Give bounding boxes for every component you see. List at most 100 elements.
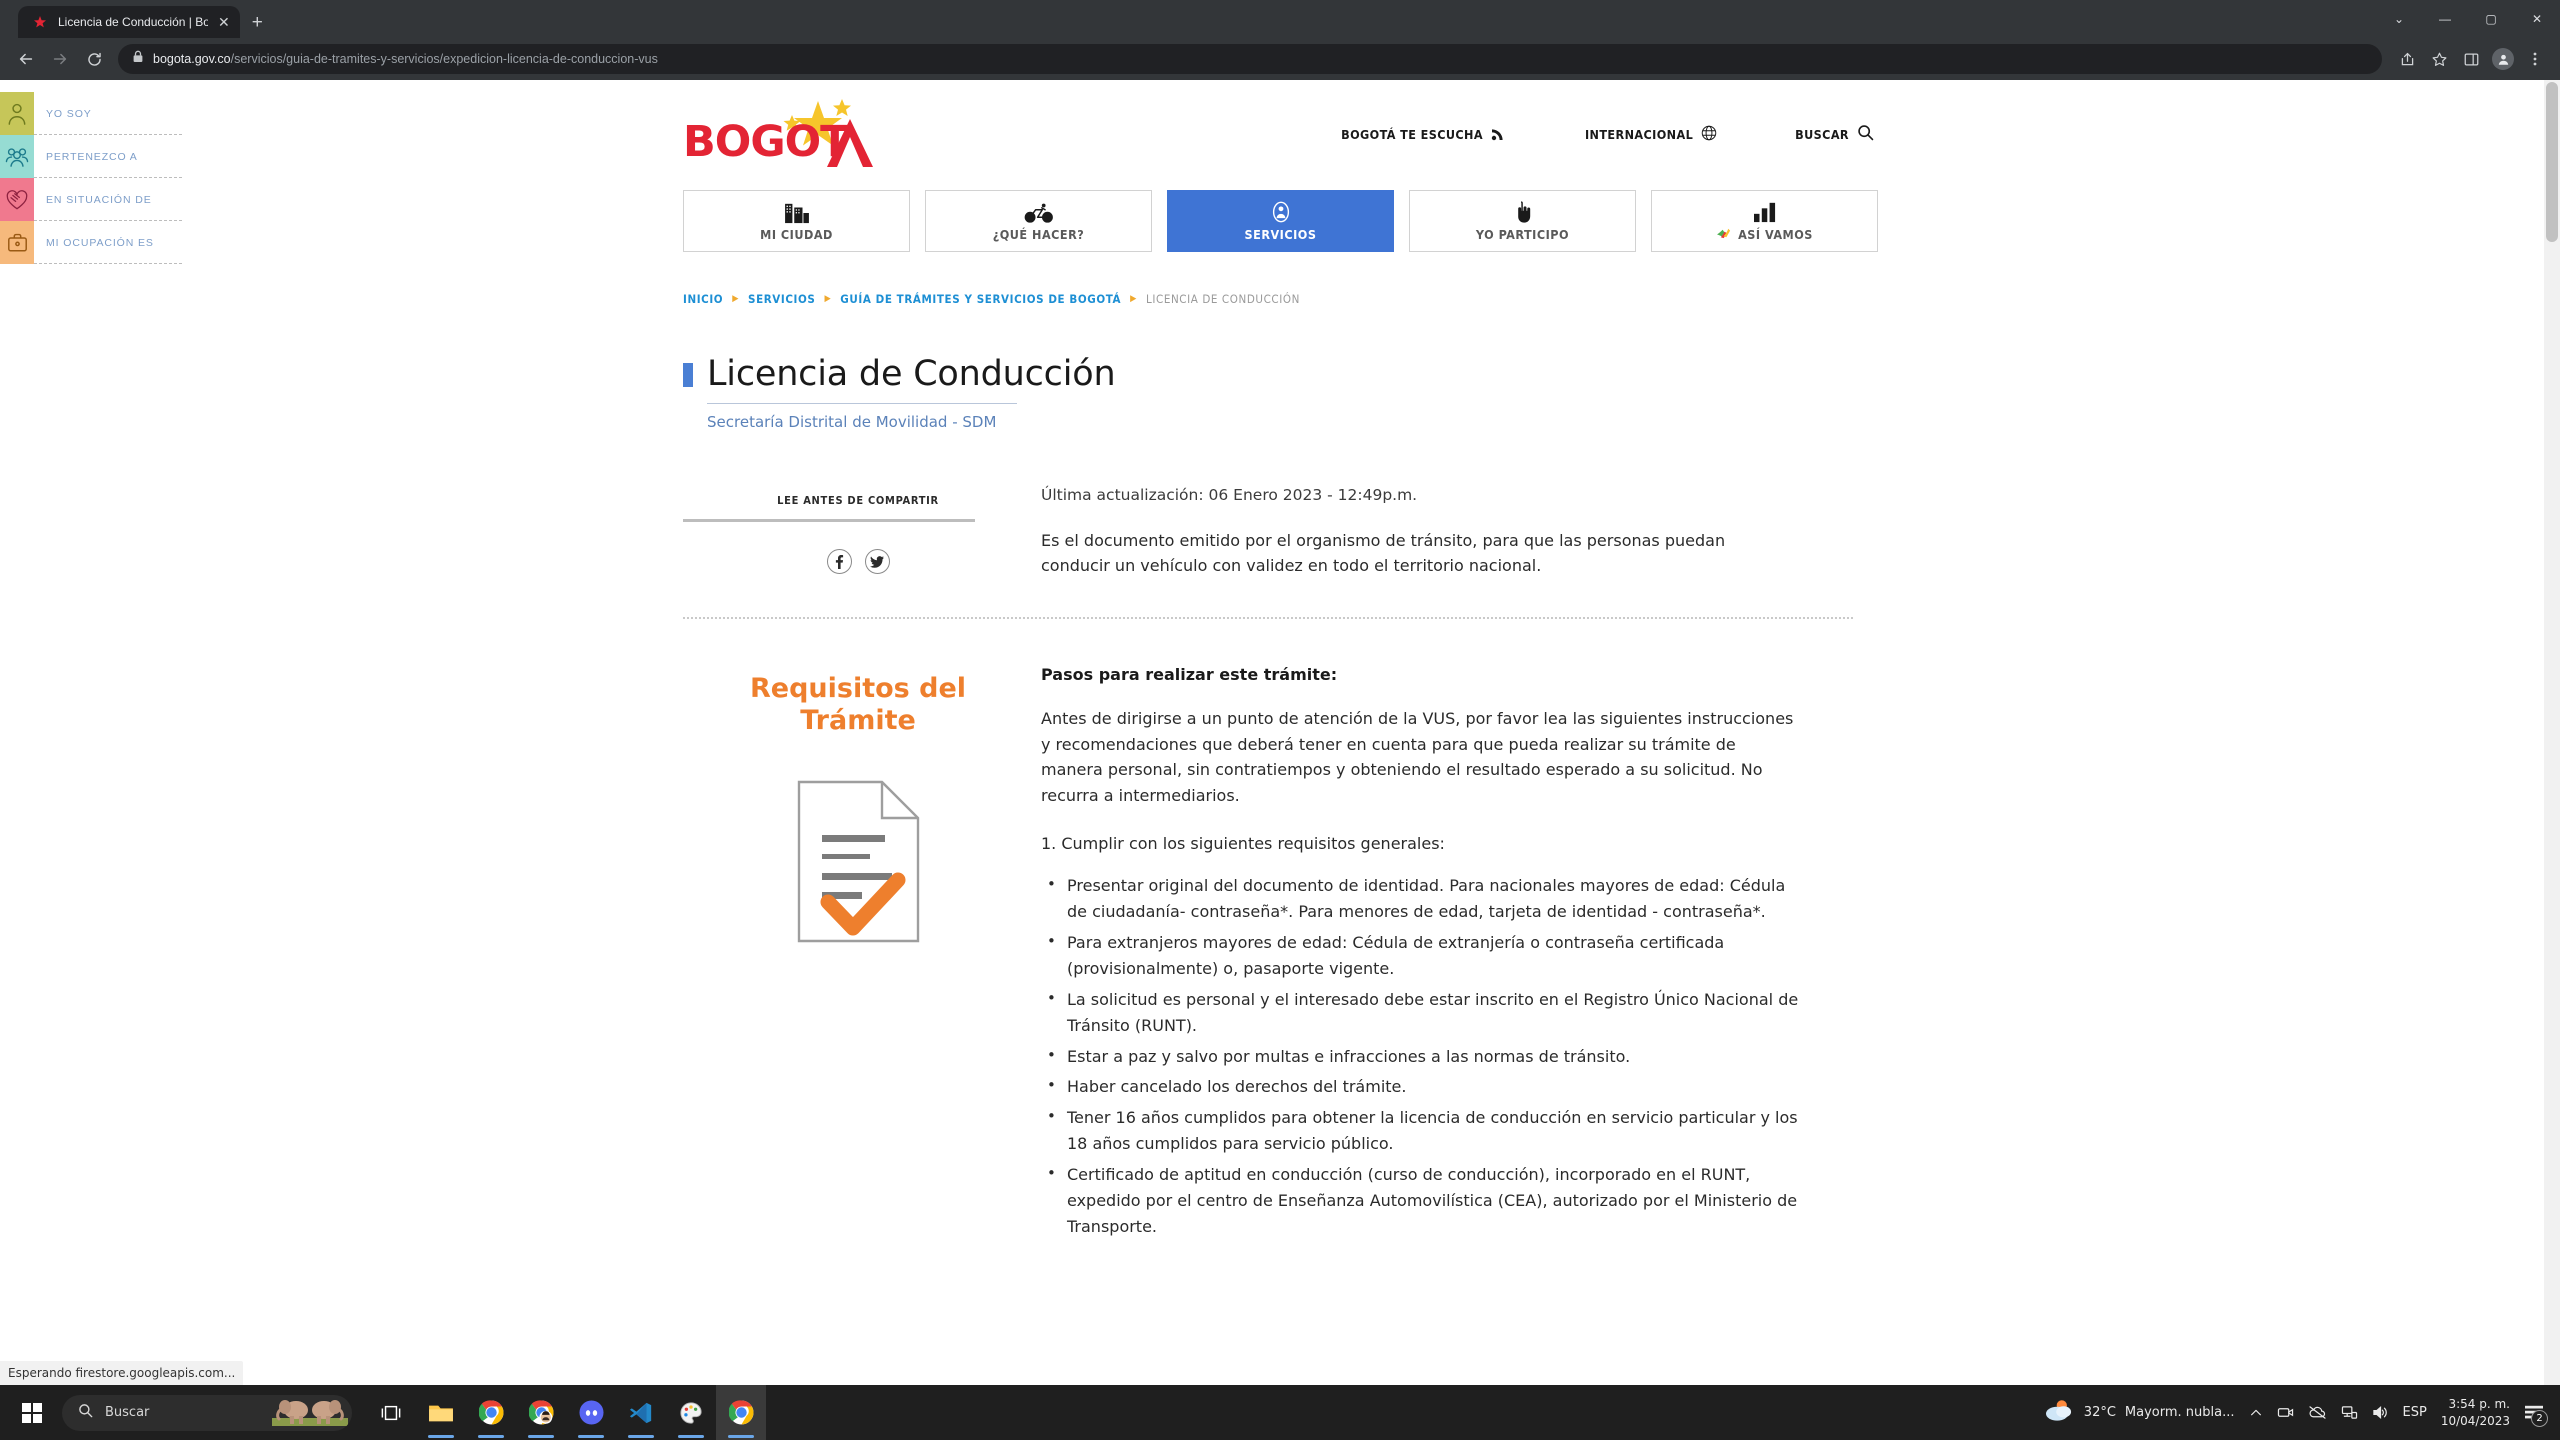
window-close-button[interactable]: ✕ [2514, 0, 2560, 38]
new-tab-button[interactable]: + [252, 12, 263, 34]
sidebar-item-mi-ocupacion-es[interactable]: MI OCUPACIÓN ES [0, 221, 190, 264]
page-description: Es el documento emitido por el organismo… [1041, 531, 1726, 575]
list-item: Tener 16 años cumplidos para obtener la … [1041, 1104, 1801, 1157]
onedrive-icon[interactable] [2308, 1405, 2327, 1420]
browser-window: Licencia de Conducción | Bogota. ✕ + ⌄ —… [0, 0, 2560, 1440]
sidebar-item-en-situacion-de[interactable]: EN SITUACIÓN DE [0, 178, 190, 221]
search-icon [78, 1403, 93, 1423]
site-header: BOGOT BOGOTÁ TE ESCUCHA INTERNACIONAL BU… [683, 80, 1878, 188]
sidebar-item-pertenezco-a[interactable]: PERTENEZCO A [0, 135, 190, 178]
page-scrollbar[interactable] [2544, 80, 2560, 1385]
requirements-content-row: Requisitos del Trámite Pasos para realiz… [683, 665, 1878, 1240]
browser-titlebar: Licencia de Conducción | Bogota. ✕ + ⌄ —… [0, 0, 2560, 38]
weather-widget[interactable]: 32°C Mayorm. nubla... [2043, 1397, 2235, 1428]
browser-toolbar: bogota.gov.co/servicios/guia-de-tramites… [0, 38, 2560, 80]
clock-widget[interactable]: 3:54 p. m. 10/04/2023 [2441, 1396, 2510, 1428]
window-minimize-button[interactable]: — [2422, 0, 2468, 38]
page-subtitle-block: Secretaría Distrital de Movilidad - SDM [707, 403, 1878, 431]
window-maximize-button[interactable]: ▢ [2468, 0, 2514, 38]
last-updated: Última actualización: 06 Enero 2023 - 12… [1041, 486, 1418, 504]
page-subtitle[interactable]: Secretaría Distrital de Movilidad - SDM [707, 413, 1878, 431]
share-heading: LEE ANTES DE COMPARTIR [777, 494, 939, 507]
chrome-profile-icon[interactable] [516, 1385, 566, 1440]
chevron-up-icon[interactable] [2249, 1406, 2263, 1420]
temperature-label: 32°C [2083, 1405, 2116, 1420]
document-check-icon [683, 779, 1033, 944]
breadcrumb-item-servicios[interactable]: SERVICIOS [748, 292, 815, 306]
intro-content-row: LEE ANTES DE COMPARTIR Última actualizac… [683, 486, 1878, 579]
system-tray: 32°C Mayorm. nubla... ESP 3:54 p. m. 10/… [2043, 1396, 2554, 1428]
sidepanel-icon[interactable] [2456, 44, 2486, 74]
link-internacional[interactable]: INTERNACIONAL [1585, 125, 1717, 144]
breadcrumb-item-guia[interactable]: GUÍA DE TRÁMITES Y SERVICIOS DE BOGOTÁ [840, 292, 1121, 306]
window-collapse-button[interactable]: ⌄ [2376, 0, 2422, 38]
search-icon [1857, 124, 1874, 144]
sidebar-item-yo-soy[interactable]: YO SOY [0, 92, 190, 135]
task-view-icon[interactable] [366, 1385, 416, 1440]
header-top-links: BOGOTÁ TE ESCUCHA INTERNACIONAL BUSCAR [1341, 124, 1878, 144]
facebook-icon[interactable] [826, 549, 852, 574]
tab-yo-participo[interactable]: YO PARTICIPO [1409, 190, 1636, 252]
chrome-active-icon[interactable] [716, 1385, 766, 1440]
bookmark-star-icon[interactable] [2424, 44, 2454, 74]
tab-servicios[interactable]: SERVICIOS [1167, 190, 1394, 252]
scrollbar-thumb[interactable] [2546, 82, 2558, 242]
forward-icon[interactable] [44, 43, 76, 75]
tab-label: MI CIUDAD [760, 227, 833, 242]
globe-icon [1701, 125, 1717, 144]
chevron-right-icon: ▶ [824, 294, 832, 304]
start-button-icon[interactable] [6, 1385, 58, 1440]
requirements-title: Requisitos del Trámite [749, 672, 967, 736]
page-title: Licencia de Conducción [707, 354, 1116, 394]
tab-asi-vamos[interactable]: ASÍ VAMOS [1651, 190, 1878, 252]
link-buscar[interactable]: BUSCAR [1795, 124, 1874, 144]
requirements-list: Presentar original del documento de iden… [1041, 872, 1801, 1240]
person-icon [0, 92, 34, 135]
network-icon[interactable] [2341, 1405, 2358, 1420]
twitter-icon[interactable] [864, 549, 890, 574]
tab-close-icon[interactable]: ✕ [218, 15, 230, 29]
weather-icon [2043, 1397, 2075, 1428]
camera-icon[interactable] [2277, 1405, 2294, 1420]
taskbar-search-box[interactable]: Buscar [62, 1394, 352, 1431]
volume-icon[interactable] [2372, 1405, 2389, 1420]
profile-icon[interactable] [2488, 44, 2518, 74]
logo-wordmark: BOGOT [683, 117, 850, 167]
breadcrumb-item-current: LICENCIA DE CONDUCCIÓN [1145, 292, 1300, 306]
url-domain: bogota.gov.co [153, 52, 231, 66]
tab-que-hacer[interactable]: ¿QUÉ HACER? [925, 190, 1152, 252]
paint-icon[interactable] [666, 1385, 716, 1440]
reload-icon[interactable] [78, 43, 110, 75]
list-item: Certificado de aptitud en conducción (cu… [1041, 1161, 1801, 1240]
chrome-icon[interactable] [466, 1385, 516, 1440]
address-bar-url: bogota.gov.co/servicios/guia-de-tramites… [153, 52, 658, 66]
back-icon[interactable] [10, 43, 42, 75]
notification-center-button[interactable]: 2 [2524, 1404, 2548, 1427]
windows-taskbar: Buscar 32°C Mayorm. nubla... ESP 3:54 p.… [0, 1385, 2560, 1440]
breadcrumb: INICIO ▶ SERVICIOS ▶ GUÍA DE TRÁMITES Y … [683, 292, 1878, 306]
file-explorer-icon[interactable] [416, 1385, 466, 1440]
list-item: Haber cancelado los derechos del trámite… [1041, 1073, 1801, 1100]
share-icon[interactable] [2392, 44, 2422, 74]
breadcrumb-item-inicio[interactable]: INICIO [683, 292, 723, 306]
section-divider [683, 616, 1853, 619]
left-profile-sidebar: YO SOY PERTENEZCO A EN SITUACIÓN DE MI O… [0, 92, 190, 264]
chrome-menu-icon[interactable] [2520, 44, 2550, 74]
bogota-logo[interactable]: BOGOT [683, 99, 883, 169]
taskbar-search-placeholder: Buscar [105, 1405, 150, 1420]
browser-tab[interactable]: Licencia de Conducción | Bogota. ✕ [18, 6, 240, 38]
language-indicator[interactable]: ESP [2403, 1405, 2427, 1420]
sidebar-item-label: MI OCUPACIÓN ES [46, 236, 154, 249]
intro-text-column: Última actualización: 06 Enero 2023 - 12… [1033, 486, 1878, 579]
pointing-hand-icon [1513, 200, 1533, 224]
vscode-icon[interactable] [616, 1385, 666, 1440]
address-bar[interactable]: bogota.gov.co/servicios/guia-de-tramites… [118, 44, 2382, 74]
tab-mi-ciudad[interactable]: MI CIUDAD [683, 190, 910, 252]
site-content: BOGOT BOGOTÁ TE ESCUCHA INTERNACIONAL BU… [683, 80, 1878, 1240]
discord-icon[interactable] [566, 1385, 616, 1440]
link-bogota-te-escucha[interactable]: BOGOTÁ TE ESCUCHA [1341, 125, 1507, 144]
page-viewport: YO SOY PERTENEZCO A EN SITUACIÓN DE MI O… [0, 80, 2560, 1385]
chevron-right-icon: ▶ [732, 294, 740, 304]
step-one-text: 1. Cumplir con los siguientes requisitos… [1041, 834, 1445, 854]
taskbar-apps [366, 1385, 766, 1440]
